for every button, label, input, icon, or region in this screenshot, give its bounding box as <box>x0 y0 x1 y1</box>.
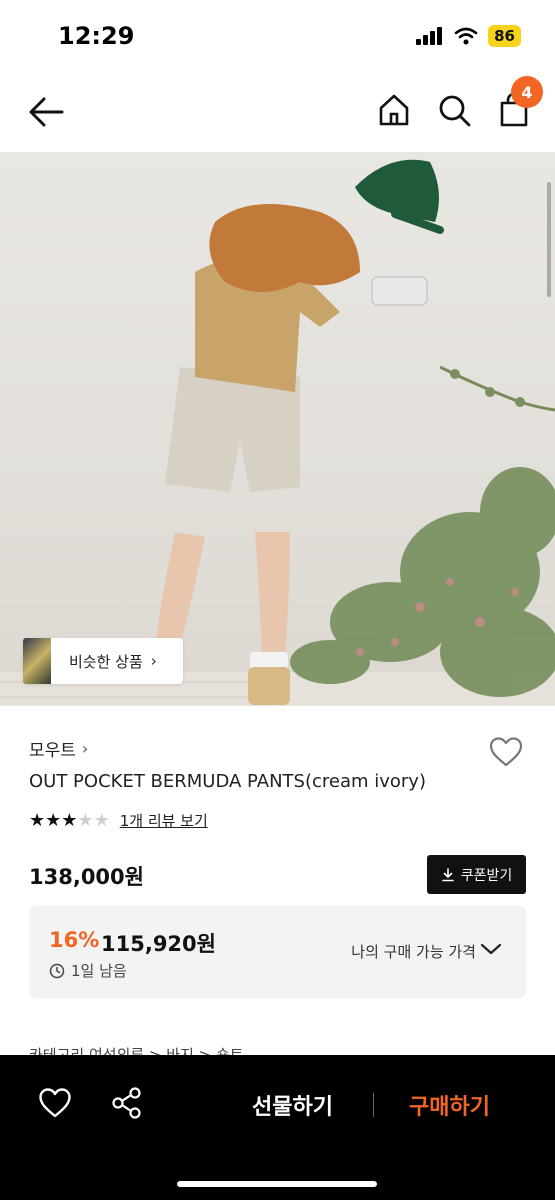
review-link[interactable]: 1개 리뷰 보기 <box>120 810 208 831</box>
battery-level: 86 <box>488 25 521 47</box>
nav-header <box>0 72 555 152</box>
star-icon: ★ <box>29 809 46 831</box>
wifi-icon <box>454 27 478 45</box>
chevron-down-icon[interactable] <box>480 940 502 958</box>
coupon-button[interactable]: 쿠폰받기 <box>427 855 526 894</box>
time-left: 1일 남음 <box>49 960 127 981</box>
product-title: OUT POCKET BERMUDA PANTS(cream ivory) <box>29 771 426 792</box>
home-icon[interactable] <box>376 92 412 128</box>
my-price-label: 나의 구매 가능 가격 <box>351 943 476 961</box>
signal-icon <box>416 27 443 45</box>
star-icon: ★ <box>45 809 62 831</box>
bottom-action-bar: 선물하기 구매하기 <box>0 1055 555 1200</box>
similar-thumbnail <box>23 638 51 684</box>
cart-count-badge: 4 <box>511 76 543 108</box>
download-icon <box>441 867 454 881</box>
product-image[interactable]: 비슷한 상품 › <box>0 152 555 706</box>
star-icon: ★ <box>93 809 110 831</box>
gift-button[interactable]: 선물하기 <box>252 1089 333 1121</box>
search-icon[interactable] <box>436 92 472 128</box>
discount-percent: 16% <box>49 928 100 952</box>
star-icon: ★ <box>77 809 94 831</box>
heart-icon[interactable] <box>488 736 524 768</box>
clock-icon <box>49 963 65 978</box>
product-photo <box>0 159 555 706</box>
home-indicator[interactable] <box>177 1181 377 1187</box>
brand-link[interactable]: 모우트 › <box>29 736 88 761</box>
brand-name: 모우트 <box>29 741 76 761</box>
status-icons: 86 <box>416 25 521 47</box>
chevron-right-icon: › <box>81 739 89 758</box>
time-left-label: 1일 남음 <box>71 962 127 980</box>
similar-products-button[interactable]: 비슷한 상품 › <box>23 638 183 684</box>
rating-row: ★ ★ ★ ★ ★ 1개 리뷰 보기 <box>29 810 208 831</box>
original-price: 138,000원 <box>29 865 144 889</box>
back-arrow-icon[interactable] <box>26 94 66 130</box>
status-time: 12:29 <box>58 22 135 50</box>
discount-price: 115,920원 <box>101 932 216 956</box>
divider <box>373 1093 374 1117</box>
similar-products-label: 비슷한 상품 <box>69 652 143 671</box>
heart-icon[interactable] <box>38 1087 72 1119</box>
image-scrollbar[interactable] <box>547 182 551 297</box>
discount-panel[interactable]: 16% 115,920원 1일 남음 나의 구매 가능 가격 <box>29 906 526 998</box>
status-bar: 12:29 86 <box>0 0 555 72</box>
chevron-right-icon: › <box>150 652 157 670</box>
share-icon[interactable] <box>111 1086 143 1120</box>
star-icon: ★ <box>61 809 78 831</box>
coupon-label: 쿠폰받기 <box>460 867 513 884</box>
buy-button[interactable]: 구매하기 <box>409 1089 490 1121</box>
